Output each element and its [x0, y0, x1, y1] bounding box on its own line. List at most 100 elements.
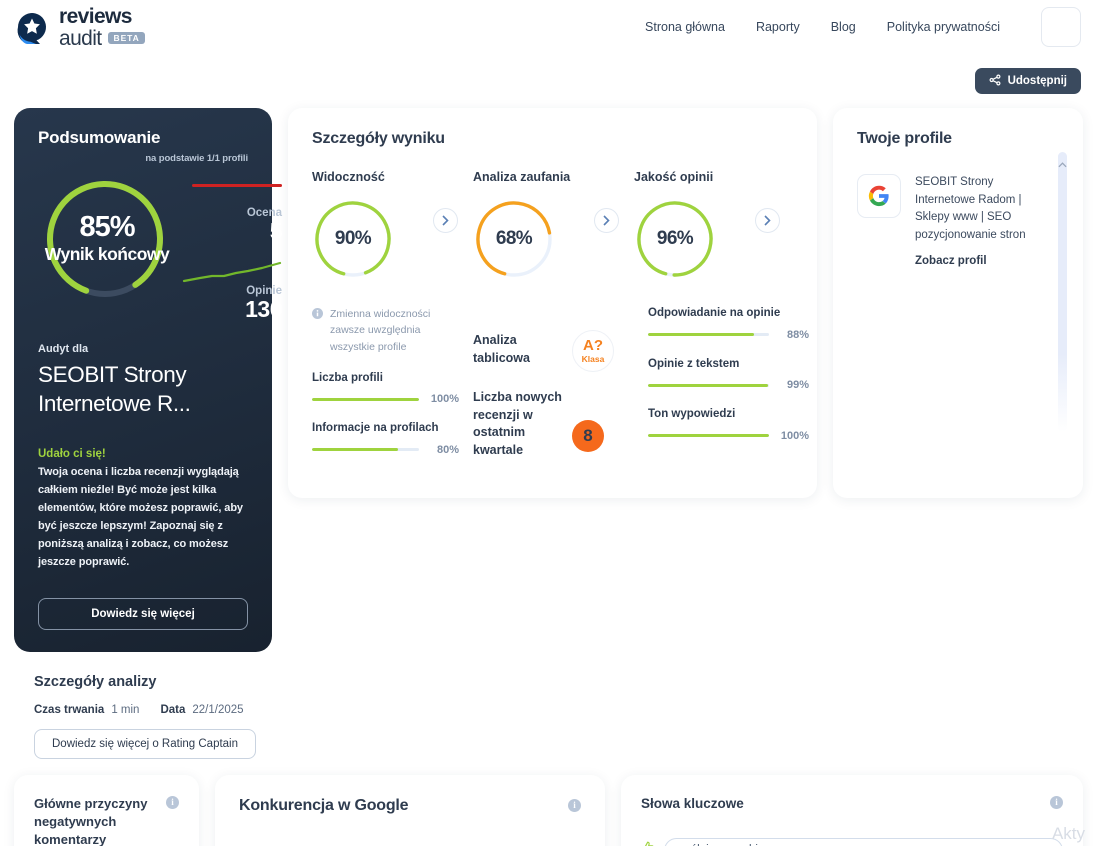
date-label: Data [160, 703, 186, 716]
watermark-text: Akty [1051, 824, 1085, 843]
duration-value: 1 min [111, 703, 140, 716]
rating-captain-button[interactable]: Dowiedz się więcej o Rating Captain [34, 728, 257, 759]
rating-value: 5 [269, 218, 283, 244]
gauge-review-quality-label: Jakość opinii [634, 170, 714, 184]
audit-for-label: Audyt dla [38, 343, 89, 356]
nav-item-reports[interactable]: Raporty [756, 20, 800, 34]
logo-text-reviews: reviews [59, 4, 132, 28]
competition-title: Konkurencja w Google [239, 796, 409, 814]
site-header: reviews audit BETA Strona główna Raporty… [0, 0, 1097, 54]
success-heading: Udało ci się! [38, 448, 106, 461]
share-icon [989, 74, 1001, 89]
label-table-analysis: Analiza tablicowa [473, 333, 530, 365]
keyword-chip[interactable]: ogólnie rzecz biorą... [664, 837, 1063, 846]
profiles-title: Twoje profile [857, 130, 952, 147]
gauge-trust: Analiza zaufania 68% [473, 170, 634, 280]
competition-card: Konkurencja w Google i TakeDrop – sprzed… [215, 774, 605, 846]
chevron-right-icon [603, 215, 610, 226]
metric-profile-info-label: Informacje na profilach [312, 422, 439, 435]
badge-class-letter: A? [583, 337, 603, 354]
metric-tone-percent: 100% [780, 429, 809, 442]
metric-profile-count-percent: 100% [430, 393, 459, 406]
gauge-trust-percent: 68% [495, 228, 533, 249]
profile-name: SEOBIT Strony Internetowe Radom | Sklepy… [915, 176, 1026, 241]
metric-profile-info-percent: 80% [436, 443, 459, 456]
summary-title: Podsumowanie [38, 128, 161, 147]
info-icon [312, 306, 323, 355]
summary-card: Podsumowanie na podstawie 1/1 profili 85… [14, 108, 283, 652]
metric-tone-bar [648, 434, 769, 438]
share-button-label: Udostępnij [1007, 75, 1067, 87]
profiles-scrollbar[interactable] [1058, 152, 1067, 432]
date-value: 22/1/2025 [192, 703, 244, 716]
gauge-review-quality-percent: 96% [656, 228, 694, 249]
nav-item-blog[interactable]: Blog [831, 20, 856, 34]
summary-subtitle: na podstawie 1/1 profili [145, 153, 248, 164]
duration-label: Czas trwania [34, 703, 105, 716]
learn-more-button[interactable]: Dowiedz się więcej [38, 597, 248, 630]
reviews-stat: Opinie 130 [182, 285, 282, 321]
visibility-info-note: Zmienna widoczności zawsze uwzględnia ws… [330, 308, 431, 353]
negative-reasons-info-icon[interactable]: i [166, 795, 179, 809]
logo[interactable]: reviews audit BETA [14, 6, 145, 49]
metric-text-reviews-label: Opinie z tekstem [648, 357, 740, 370]
metric-text-reviews: Opinie z tekstem 99% [648, 357, 809, 392]
metric-text-reviews-percent: 99% [786, 379, 809, 392]
keywords-card: Słowa kluczowe i ogólnie rzecz biorą... [621, 774, 1083, 846]
score-details-card: Szczegóły wyniku Widoczność 90% Analiza … [288, 108, 817, 498]
audit-for-name: SEOBIT Strony Internetowe R... [38, 362, 191, 416]
main-navigation: Strona główna Raporty Blog Polityka pryw… [645, 7, 1081, 47]
analysis-details: Szczegóły analizy Czas trwania 1 min Dat… [14, 652, 272, 759]
beta-badge: BETA [107, 31, 145, 45]
thumbs-up-icon [641, 840, 656, 846]
gauge-visibility-percent: 90% [334, 228, 372, 249]
metric-tone: Ton wypowiedzi 100% [648, 407, 809, 442]
badge-class-rating: A? Klasa [572, 330, 614, 372]
gauge-trust-expand-button[interactable] [594, 208, 619, 233]
reviews-sparkline [182, 262, 282, 283]
view-profile-link[interactable]: Zobacz profil [915, 255, 1033, 267]
success-body: Twoja ocena i liczba recenzji wyglądają … [38, 466, 243, 569]
reviews-audit-logo-icon [14, 9, 50, 45]
profile-list-item[interactable]: SEOBIT Strony Internetowe Radom | Sklepy… [857, 174, 1059, 267]
metric-response-rate-label: Odpowiadanie na opinie [648, 307, 781, 319]
metric-profile-count-label: Liczba profili [312, 371, 383, 384]
share-button[interactable]: Udostępnij [974, 68, 1081, 94]
analysis-title: Szczegóły analizy [34, 673, 157, 690]
chevron-right-icon [764, 215, 771, 226]
metric-response-rate: Odpowiadanie na opinie 88% [648, 306, 809, 341]
rating-trend-line [192, 184, 282, 187]
gauge-visibility: Widoczność 90% [312, 170, 473, 280]
metric-profile-info: Informacje na profilach 80% [312, 421, 459, 456]
profiles-card: Twoje profile SEOBIT Strony Internetowe … [833, 108, 1083, 498]
negative-reasons-title: Główne przyczyny negatywnych komentarzy [34, 795, 148, 846]
keywords-info-icon[interactable]: i [1050, 795, 1063, 809]
score-details-title: Szczegóły wyniku [312, 130, 445, 147]
gauge-review-quality: Jakość opinii 96% [634, 170, 795, 280]
rating-stat: Ocena 5 [182, 207, 283, 244]
badge-class-caption: Klasa [581, 354, 605, 364]
gauges-row: Widoczność 90% Analiza zaufania 68% Jako… [312, 170, 793, 280]
badge-new-reviews-count: 8 [572, 420, 604, 452]
nav-item-privacy-policy[interactable]: Polityka prywatności [887, 20, 1000, 34]
final-score-gauge: 85% Wynik końcowy [32, 174, 182, 304]
keywords-title: Słowa kluczowe [641, 795, 744, 811]
competition-info-icon[interactable]: i [568, 798, 581, 812]
nav-item-home[interactable]: Strona główna [645, 20, 725, 34]
metric-response-rate-bar [648, 333, 769, 337]
gauge-visibility-label: Widoczność [312, 170, 385, 184]
chevron-up-icon [1058, 155, 1067, 173]
metrics-column-visibility: Zmienna widoczności zawsze uwzględnia ws… [312, 306, 473, 459]
metric-profile-info-bar [312, 448, 419, 452]
google-icon [857, 174, 901, 218]
label-new-reviews-quarter: Liczba nowych recenzji w ostatnim kwarta… [473, 390, 562, 457]
gauge-review-quality-expand-button[interactable] [755, 208, 780, 233]
reviews-value: 130 [245, 296, 282, 323]
metrics-column-quality: Odpowiadanie na opinie 88% Opinie z teks… [648, 306, 809, 459]
poland-flag-icon [1050, 20, 1072, 35]
metric-profile-count-bar [312, 397, 419, 401]
language-selector[interactable] [1041, 7, 1081, 47]
metric-profile-count: Liczba profili 100% [312, 371, 459, 406]
gauge-visibility-expand-button[interactable] [433, 208, 458, 233]
logo-text-audit: audit [59, 26, 102, 50]
